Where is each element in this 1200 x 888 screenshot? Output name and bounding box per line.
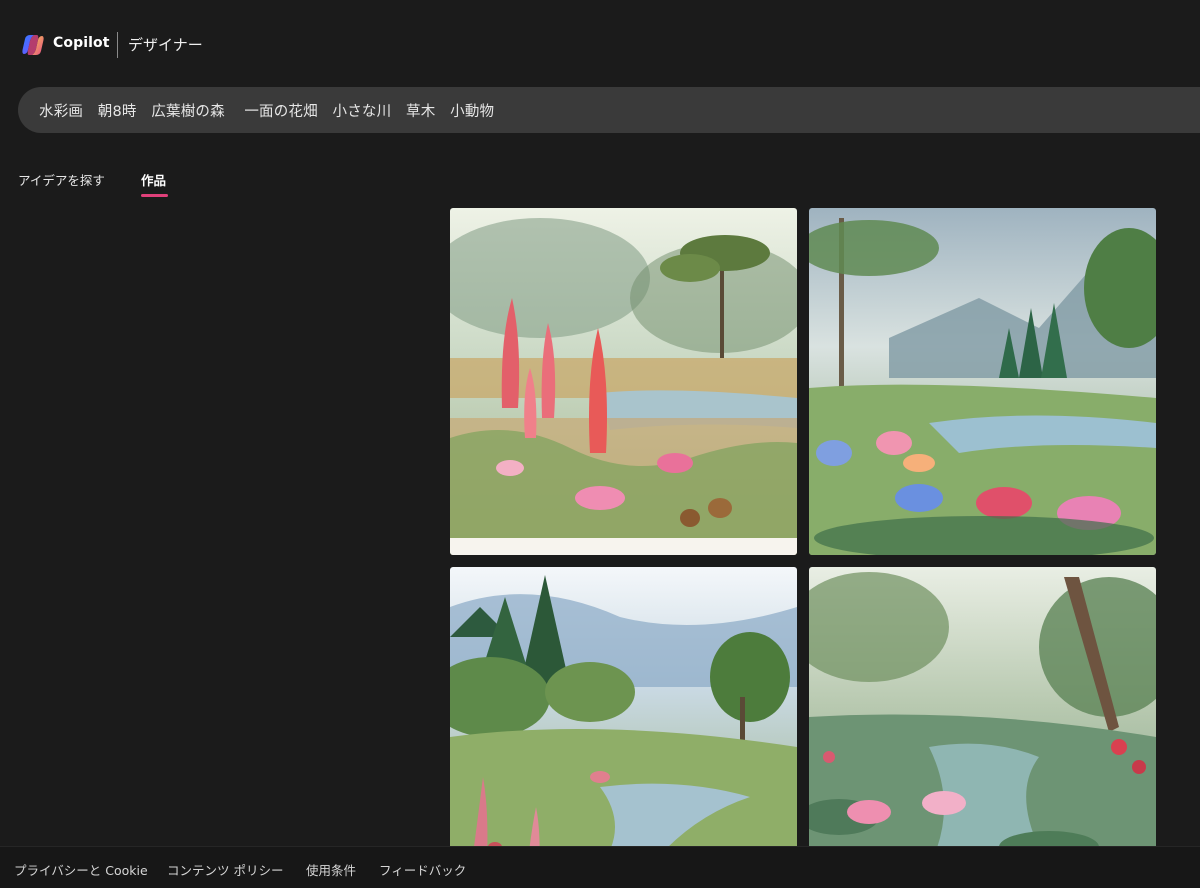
generated-image-2[interactable] — [809, 208, 1156, 555]
content-policy-link[interactable]: コンテンツ ポリシー — [167, 860, 283, 879]
tab-creations[interactable]: 作品 — [141, 170, 166, 189]
watercolor-forest-stream-image — [450, 567, 797, 848]
footer: プライバシーと Cookie コンテンツ ポリシー 使用条件 フィードバック — [0, 846, 1200, 888]
generated-image-4[interactable] — [809, 567, 1156, 848]
feedback-link[interactable]: フィードバック — [379, 860, 466, 879]
brand-name[interactable]: Copilot — [53, 35, 110, 51]
brand-divider — [117, 32, 118, 58]
watercolor-lily-pond-image — [809, 567, 1156, 848]
top-bar: Copilot デザイナー — [0, 0, 1200, 88]
prompt-input[interactable]: 水彩画 朝8時 広葉樹の森 一面の花畑 小さな川 草木 小動物 — [18, 87, 1200, 133]
terms-of-use-link[interactable]: 使用条件 — [306, 860, 356, 879]
tab-explore-ideas[interactable]: アイデアを探す — [18, 170, 105, 189]
watercolor-river-valley-image — [809, 208, 1156, 555]
generated-image-3[interactable] — [450, 567, 797, 848]
watercolor-meadow-image — [450, 208, 797, 555]
privacy-cookie-link[interactable]: プライバシーと Cookie — [14, 860, 148, 879]
prompt-text[interactable]: 水彩画 朝8時 広葉樹の森 一面の花畑 小さな川 草木 小動物 — [39, 100, 494, 121]
copilot-logo-icon[interactable] — [21, 33, 45, 57]
generated-image-1[interactable] — [450, 208, 797, 555]
product-name[interactable]: デザイナー — [128, 34, 203, 55]
image-gallery — [450, 208, 1156, 848]
tab-selected-indicator — [141, 194, 168, 197]
